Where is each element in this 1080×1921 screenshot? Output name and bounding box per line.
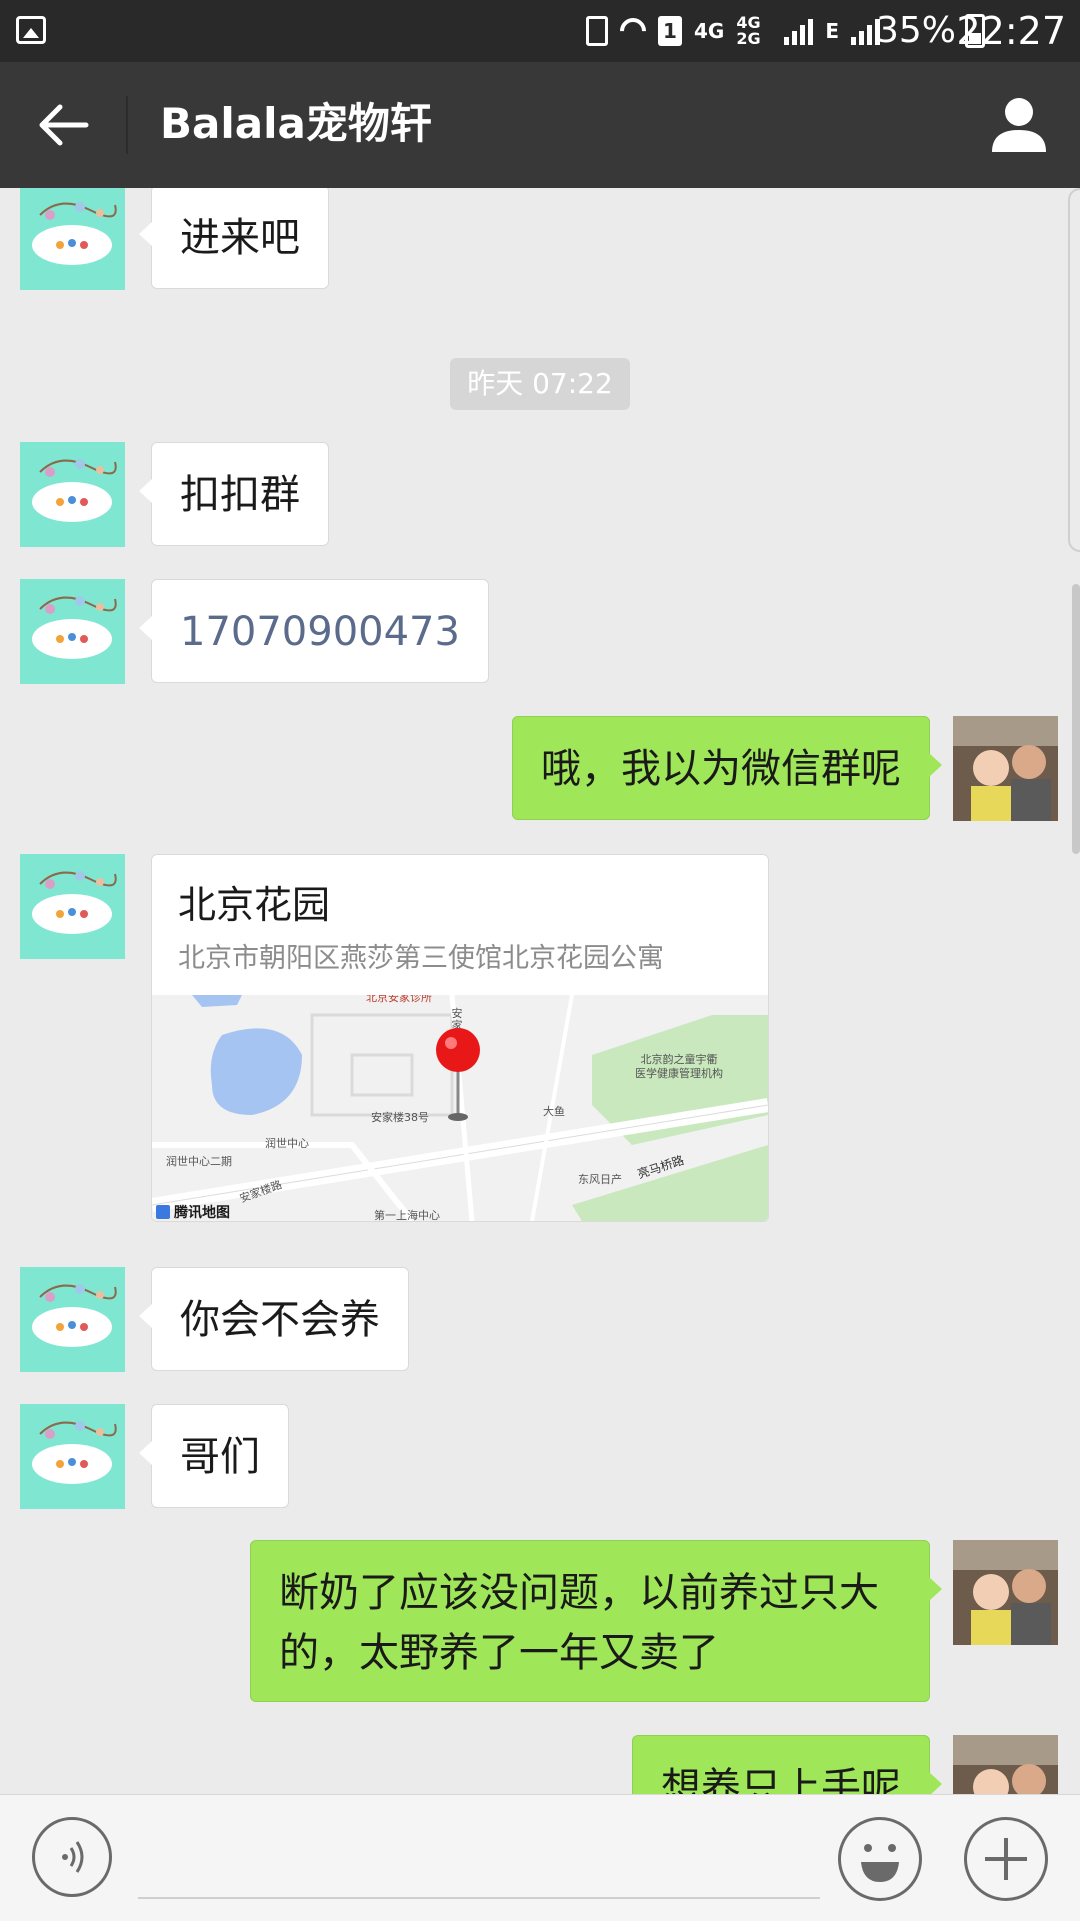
location-title: 北京花园 [178, 883, 331, 927]
map-label: 安 [452, 1006, 463, 1020]
arrow-left-icon [39, 104, 89, 146]
pet-shop-logo-icon [20, 1267, 125, 1372]
map-image: 北京安家诊所 安 家 北京韵之童宇衢 医学健康管理机构 安家楼38号 大鱼 润世… [152, 990, 768, 1221]
sim-slot-badge: 1 [657, 16, 682, 46]
avatar[interactable] [20, 442, 125, 547]
map-label: 安家楼38号 [371, 1110, 429, 1124]
avatar[interactable] [20, 854, 125, 959]
map-label: 东风日产 [578, 1172, 622, 1186]
message-input[interactable] [138, 1809, 820, 1899]
message-bubble[interactable]: 进来吧 [139, 188, 329, 289]
avatar-self[interactable] [953, 716, 1058, 821]
battery-percent: 35% [875, 10, 956, 51]
map-label: 第一上海中心 [374, 1208, 440, 1221]
clock: 22:27 [956, 9, 1066, 53]
message-bubble-self[interactable]: 哦，我以为微信群呢 [512, 716, 942, 820]
user-photo-icon [953, 716, 1058, 821]
message-bubble[interactable]: 17070900473 [139, 579, 489, 683]
message-text: 断奶了应该没问题，以前养过只大的，太野养了一年又卖了 [279, 1570, 879, 1676]
status-icons: 1 4G 4G 2G E [585, 12, 880, 50]
avatar[interactable] [20, 188, 125, 290]
signal-icon [784, 17, 814, 45]
message-list[interactable]: 进来吧 昨天 07:22 扣扣群 17070900473 哦，我以为微信群呢 北… [0, 188, 1080, 1794]
title-divider [126, 96, 128, 154]
phone-number-link[interactable]: 17070900473 [180, 609, 460, 655]
scrollbar[interactable] [1072, 584, 1080, 854]
map-label: 北京韵之童宇衢 [641, 1052, 718, 1066]
message-text: 你会不会养 [180, 1297, 380, 1343]
pet-shop-logo-icon [20, 854, 125, 959]
message-bubble[interactable]: 你会不会养 [139, 1267, 409, 1371]
message-text: 哦，我以为微信群呢 [541, 746, 901, 792]
message-text: 哥们 [180, 1434, 260, 1480]
location-address: 北京市朝阳区燕莎第三使馆北京花园公寓 [178, 943, 664, 974]
map-provider-label: 腾讯地图 [174, 1204, 230, 1221]
image-notification-icon [16, 16, 46, 44]
pet-shop-logo-icon [20, 188, 125, 290]
net-4g-label: 4G [693, 19, 725, 43]
map-label: 大鱼 [543, 1104, 565, 1118]
message-timestamp: 昨天 07:22 [450, 358, 630, 410]
input-bar [0, 1794, 1080, 1921]
pet-shop-logo-icon [20, 442, 125, 547]
user-photo-icon [953, 1540, 1058, 1645]
message-text: 进来吧 [180, 215, 300, 261]
voice-icon [62, 1841, 84, 1873]
message-bubble[interactable]: 扣扣群 [139, 442, 329, 546]
avatar-self[interactable] [953, 1540, 1058, 1645]
message-text: 扣扣群 [180, 472, 300, 518]
message-bubble-self[interactable]: 想养只上手呢 [632, 1735, 942, 1794]
avatar[interactable] [20, 579, 125, 684]
net-4g2g-label: 4G 2G [736, 13, 761, 48]
message-bubble[interactable]: 哥们 [139, 1404, 289, 1508]
avatar[interactable] [20, 1404, 125, 1509]
chat-info-button[interactable] [984, 90, 1054, 160]
status-bar: 1 4G 4G 2G E 35% 22:27 [0, 0, 1080, 62]
location-map[interactable]: 北京安家诊所 安 家 北京韵之童宇衢 医学健康管理机构 安家楼38号 大鱼 润世… [152, 990, 768, 1221]
smiley-icon [861, 1844, 899, 1882]
avatar[interactable] [20, 1267, 125, 1372]
wifi-icon [614, 12, 652, 50]
back-button[interactable] [24, 92, 104, 158]
voice-button[interactable] [32, 1817, 112, 1897]
message-text: 想养只上手呢 [661, 1765, 901, 1794]
pet-shop-logo-icon [20, 1404, 125, 1509]
map-label: 润世中心二期 [166, 1154, 232, 1168]
chat-header: Balala宠物轩 [0, 62, 1080, 188]
emoji-button[interactable] [838, 1817, 922, 1901]
person-icon [992, 98, 1046, 152]
chat-title: Balala宠物轩 [160, 99, 432, 148]
map-label: 润世中心 [265, 1136, 309, 1150]
pet-shop-logo-icon [20, 579, 125, 684]
net-e-label: E [825, 19, 839, 43]
message-bubble-self[interactable]: 断奶了应该没问题，以前养过只大的，太野养了一年又卖了 [250, 1540, 942, 1702]
user-photo-icon [953, 1735, 1058, 1794]
plus-icon [985, 1838, 1027, 1880]
map-label: 北京安家诊所 [366, 995, 432, 1004]
location-card[interactable]: 北京花园 北京市朝阳区燕莎第三使馆北京花园公寓 北京安家诊所 安 家 北京韵之童… [151, 854, 769, 1222]
edge-panel-handle[interactable] [1068, 188, 1080, 552]
more-button[interactable] [964, 1817, 1048, 1901]
map-label: 医学健康管理机构 [635, 1066, 723, 1080]
avatar-self[interactable] [953, 1735, 1058, 1794]
recycle-icon [585, 16, 608, 46]
